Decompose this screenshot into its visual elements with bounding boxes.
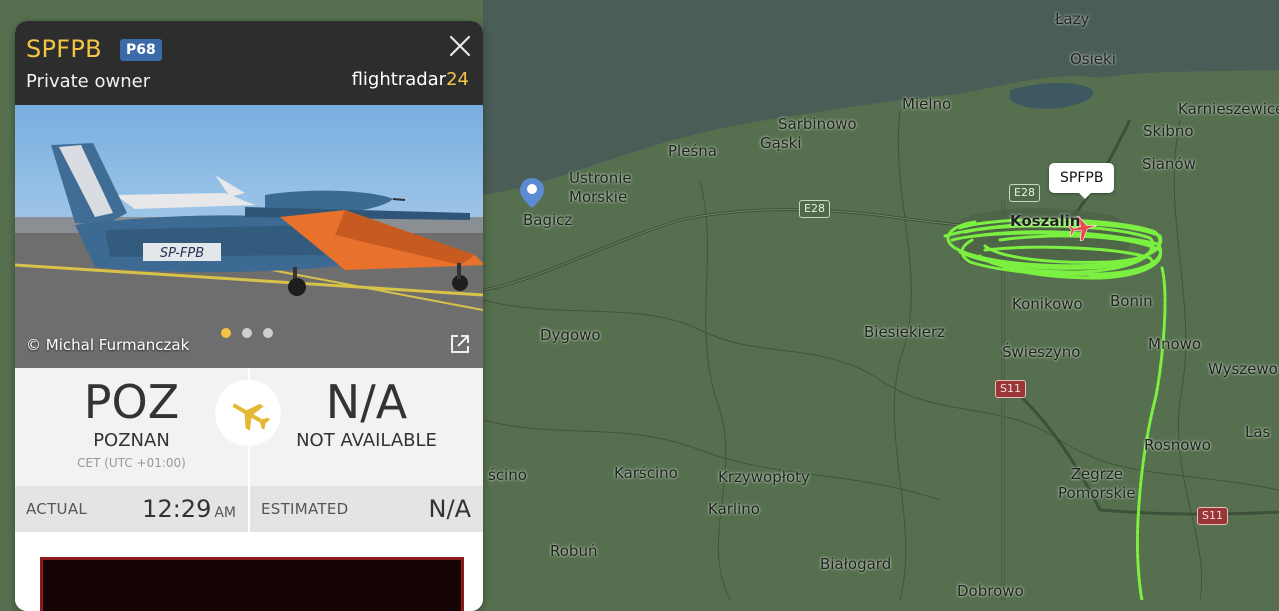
place-tuscino: ścino bbox=[488, 466, 527, 484]
actual-ampm: AM bbox=[214, 505, 236, 521]
brand-number: 24 bbox=[446, 69, 469, 90]
place-krzywopoty: Krzywopłoty bbox=[718, 468, 810, 486]
place-mielno: Mielno bbox=[902, 95, 952, 113]
road-badge-e28: E28 bbox=[799, 200, 830, 218]
aircraft-photo[interactable]: SP-FPB © Michal Furmanczak bbox=[15, 105, 483, 368]
callsign: SPFPB bbox=[26, 35, 102, 63]
aircraft-type-badge: P68 bbox=[120, 39, 162, 61]
flight-track bbox=[943, 218, 1167, 602]
flight-info-panel: SPFPB P68 Private owner flightradar24 SP… bbox=[15, 21, 483, 611]
airplane-landing-icon bbox=[232, 403, 271, 431]
origin-city: POZNAN bbox=[93, 430, 170, 451]
lake-jamno bbox=[1010, 82, 1094, 109]
place-mnowo: Mnowo bbox=[1148, 335, 1202, 353]
photo-pagination[interactable] bbox=[221, 323, 284, 342]
place-plesna: Pleśna bbox=[668, 142, 717, 160]
poi-pin-icon bbox=[520, 178, 544, 208]
place-osieki: Osieki bbox=[1070, 50, 1116, 68]
estimated-label: ESTIMATED bbox=[261, 500, 349, 518]
place-karlino: Karlino bbox=[708, 500, 760, 518]
place-swieszyno: Świeszyno bbox=[1002, 343, 1081, 361]
close-icon bbox=[449, 35, 471, 57]
actual-time: ACTUAL 12:29 AM bbox=[15, 486, 248, 532]
place-sarbinowo: Sarbinowo bbox=[778, 115, 857, 133]
ad-banner[interactable] bbox=[40, 557, 464, 611]
place-bonin: Bonin bbox=[1110, 292, 1153, 310]
photo-dot[interactable] bbox=[263, 328, 273, 338]
time-section: ACTUAL 12:29 AM ESTIMATED N/A bbox=[15, 486, 483, 532]
photo-dot[interactable] bbox=[242, 328, 252, 338]
photo-dot[interactable] bbox=[221, 328, 231, 338]
flight-map-label[interactable]: SPFPB bbox=[1049, 163, 1115, 199]
place-koszalin: Koszalin bbox=[1010, 212, 1081, 230]
road-badge-s11: S11 bbox=[1197, 507, 1228, 525]
place-rosnowo: Rosnowo bbox=[1144, 436, 1211, 454]
place-dobrowo: Dobrowo bbox=[957, 582, 1024, 600]
actual-label: ACTUAL bbox=[26, 500, 88, 518]
place-zegrze: Zegrze Pomorskie bbox=[1058, 465, 1136, 502]
place-ustronie: Ustronie Morskie bbox=[569, 169, 632, 206]
place-wyszewo: Wyszewo bbox=[1208, 360, 1278, 378]
place-konikowo: Konikowo bbox=[1012, 295, 1083, 313]
destination-city: NOT AVAILABLE bbox=[296, 430, 437, 451]
origin-airport[interactable]: POZ POZNAN CET (UTC +01:00) bbox=[15, 368, 248, 486]
close-button[interactable] bbox=[447, 33, 473, 59]
place-gaski: Gąski bbox=[760, 134, 802, 152]
place-sianow: Sianów bbox=[1142, 155, 1196, 173]
destination-airport[interactable]: N/A NOT AVAILABLE bbox=[250, 368, 483, 486]
place-las: Las bbox=[1245, 423, 1271, 441]
open-external-button[interactable] bbox=[449, 333, 471, 355]
place-robun: Robuń bbox=[550, 542, 598, 560]
road-badge-e28: E28 bbox=[1009, 184, 1040, 202]
external-link-icon bbox=[451, 335, 469, 353]
place-biesiekierz: Biesiekierz bbox=[864, 323, 946, 341]
brand-logo: flightradar24 bbox=[352, 69, 469, 90]
flight-direction-badge bbox=[215, 380, 281, 446]
place-karscino: Karścino bbox=[614, 464, 678, 482]
owner-label: Private owner bbox=[26, 71, 151, 92]
destination-code: N/A bbox=[325, 375, 408, 429]
panel-header: SPFPB P68 Private owner flightradar24 bbox=[15, 21, 483, 105]
photo-credit: © Michal Furmanczak bbox=[26, 336, 190, 354]
brand-name: flightradar bbox=[351, 69, 447, 90]
place-karnieszewice: Karnieszewice bbox=[1178, 100, 1279, 118]
place-skibno: Skibno bbox=[1143, 122, 1194, 140]
photo-registration: SP-FPB bbox=[160, 246, 204, 261]
place-bialogard: Białogard bbox=[820, 555, 892, 573]
actual-time-value: 12:29 bbox=[142, 495, 212, 523]
road-badge-s11: S11 bbox=[995, 380, 1026, 398]
estimated-time: ESTIMATED N/A bbox=[250, 486, 483, 532]
origin-timezone: CET (UTC +01:00) bbox=[77, 456, 186, 470]
actual-value: 12:29 AM bbox=[142, 495, 236, 523]
route-section: POZ POZNAN CET (UTC +01:00) N/A NOT AVAI… bbox=[15, 368, 483, 486]
panel-lower-section bbox=[15, 532, 483, 611]
place-bagicz: Bagicz bbox=[523, 211, 573, 229]
place-dygowo: Dygowo bbox=[540, 326, 601, 344]
origin-code: POZ bbox=[83, 375, 180, 429]
estimated-value: N/A bbox=[428, 495, 471, 523]
place-lazy: Łazy bbox=[1055, 10, 1090, 28]
